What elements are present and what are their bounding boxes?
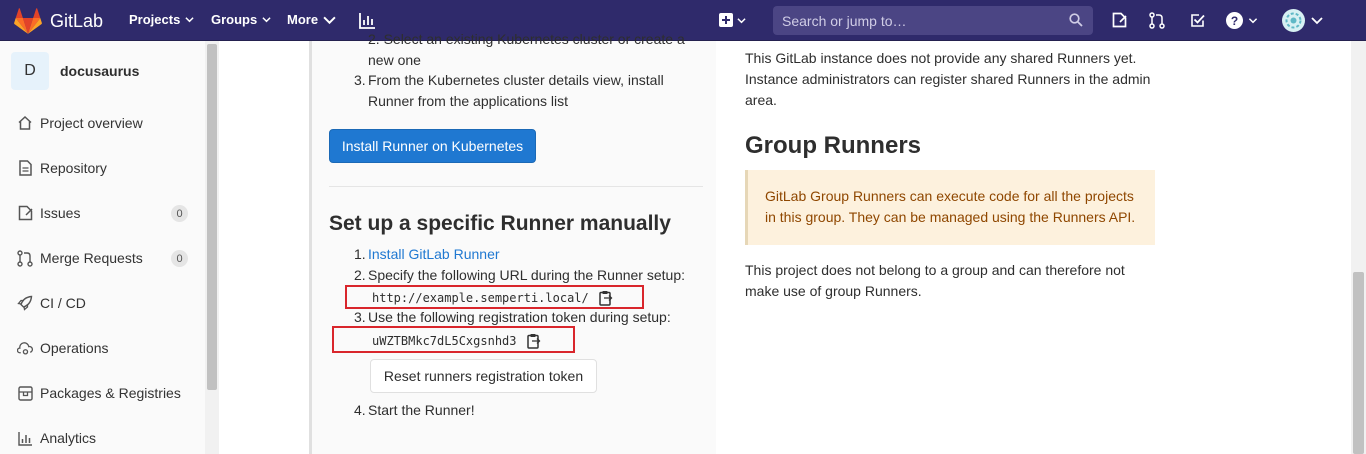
sidebar-item-label: Analytics [40, 430, 97, 446]
url-step-text: Specify the following URL during the Run… [368, 267, 685, 283]
step-number: 4. [354, 402, 366, 418]
user-menu[interactable] [1282, 8, 1326, 32]
chevron-down-icon [323, 16, 336, 25]
merge-requests-count-badge: 0 [171, 250, 188, 267]
step-number: 1. [354, 246, 366, 262]
cloud-gear-icon [17, 340, 33, 356]
groups-menu[interactable]: Groups [211, 12, 271, 27]
sidebar-item-label: Merge Requests [40, 250, 143, 266]
cut-off-step-text: 2. Select an existing Kubernetes cluster… [368, 31, 685, 68]
step-number: 3. [354, 72, 366, 88]
start-runner-step-text: Start the Runner! [368, 402, 475, 418]
install-runner-kubernetes-button[interactable]: Install Runner on Kubernetes [329, 129, 536, 163]
sidebar-item-ci-cd[interactable]: CI / CD [0, 283, 205, 323]
issues-count-badge: 0 [171, 205, 188, 222]
install-gitlab-runner-link[interactable]: Install GitLab Runner [368, 244, 500, 265]
sidebar-item-packages-registries[interactable]: Packages & Registries [0, 373, 205, 413]
copy-to-clipboard-icon[interactable] [526, 333, 541, 349]
sidebar-item-label: Issues [40, 205, 81, 221]
sidebar-item-label: Repository [40, 160, 107, 176]
k8s-step-text-continued: Runner from the applications list [368, 93, 568, 109]
sidebar-item-operations[interactable]: Operations [0, 328, 205, 368]
more-menu[interactable]: More [287, 12, 336, 27]
merge-request-nav-icon[interactable] [1148, 11, 1166, 29]
shared-runners-info: This GitLab instance does not provide an… [745, 50, 1151, 108]
step-number: 3. [354, 309, 366, 325]
sidebar-item-issues[interactable]: Issues 0 [0, 193, 205, 233]
rocket-icon [17, 295, 33, 311]
issues-icon [17, 205, 33, 221]
brand-name: GitLab [50, 10, 104, 31]
group-runners-warning-text: GitLab Group Runners can execute code fo… [765, 188, 1136, 225]
specific-runners-panel: 2. Select an existing Kubernetes cluster… [309, 31, 716, 454]
gitlab-tanuki-icon [14, 8, 42, 34]
plus-square-icon [718, 13, 733, 27]
gitlab-logo[interactable]: GitLab [14, 8, 103, 34]
runner-url-field: http://example.semperti.local/ [372, 290, 613, 306]
help-icon: ? [1226, 11, 1243, 29]
project-name: docusaurus [60, 63, 140, 79]
search-input[interactable] [782, 12, 1062, 29]
runner-url-value: http://example.semperti.local/ [372, 291, 589, 305]
project-sidebar: D docusaurus Project overview Repository… [0, 41, 219, 454]
token-step-text: Use the following registration token dur… [368, 309, 671, 325]
no-group-info: This project does not belong to a group … [745, 262, 1125, 299]
section-title: Set up a specific Runner manually [329, 212, 671, 235]
registration-token-field: uWZTBMkc7dL5Cxgsnhd3 [372, 333, 541, 349]
group-runners-title: Group Runners [745, 132, 922, 159]
search-icon [1069, 13, 1083, 27]
groups-menu-label: Groups [211, 12, 258, 27]
sidebar-item-label: Project overview [40, 115, 143, 131]
k8s-step-text: From the Kubernetes cluster details view… [368, 72, 664, 88]
sidebar-item-project-overview[interactable]: Project overview [0, 103, 205, 143]
doc-icon [17, 160, 33, 176]
projects-menu[interactable]: Projects [129, 12, 194, 27]
todos-nav-icon[interactable] [1188, 11, 1206, 29]
issues-nav-icon[interactable] [1110, 11, 1128, 29]
group-runners-warning: GitLab Group Runners can execute code fo… [745, 170, 1155, 245]
sidebar-item-label: CI / CD [40, 295, 86, 311]
reset-registration-token-button[interactable]: Reset runners registration token [370, 359, 597, 393]
sidebar-item-repository[interactable]: Repository [0, 148, 205, 188]
user-avatar-icon [1282, 8, 1305, 32]
search-box[interactable] [773, 6, 1093, 35]
project-avatar: D [11, 52, 49, 90]
chevron-down-icon [262, 17, 271, 23]
chart-icon [17, 430, 33, 446]
chevron-down-icon [736, 17, 746, 23]
sidebar-item-label: Operations [40, 340, 109, 356]
new-item-dropdown[interactable] [718, 11, 746, 29]
page-scrollbar-thumb[interactable] [1353, 272, 1364, 454]
sidebar-item-analytics[interactable]: Analytics [0, 418, 205, 454]
chevron-down-icon [185, 17, 194, 23]
more-menu-label: More [287, 12, 319, 27]
sidebar-item-merge-requests[interactable]: Merge Requests 0 [0, 238, 205, 278]
svg-text:?: ? [1231, 14, 1238, 28]
copy-to-clipboard-icon[interactable] [599, 290, 613, 306]
sidebar-item-label: Packages & Registries [40, 385, 181, 401]
activity-chart-icon[interactable] [358, 11, 376, 29]
projects-menu-label: Projects [129, 12, 181, 27]
project-header[interactable]: D docusaurus [11, 52, 139, 90]
chevron-down-icon [1311, 17, 1323, 25]
merge-request-icon [17, 249, 33, 267]
home-icon [17, 115, 33, 131]
chevron-down-icon [1248, 17, 1258, 23]
sidebar-scrollbar-thumb[interactable] [207, 44, 217, 390]
package-icon [17, 385, 33, 401]
registration-token-value: uWZTBMkc7dL5Cxgsnhd3 [372, 334, 517, 348]
help-dropdown[interactable]: ? [1226, 11, 1262, 29]
step-number: 2. [354, 267, 366, 283]
section-divider [329, 186, 703, 187]
